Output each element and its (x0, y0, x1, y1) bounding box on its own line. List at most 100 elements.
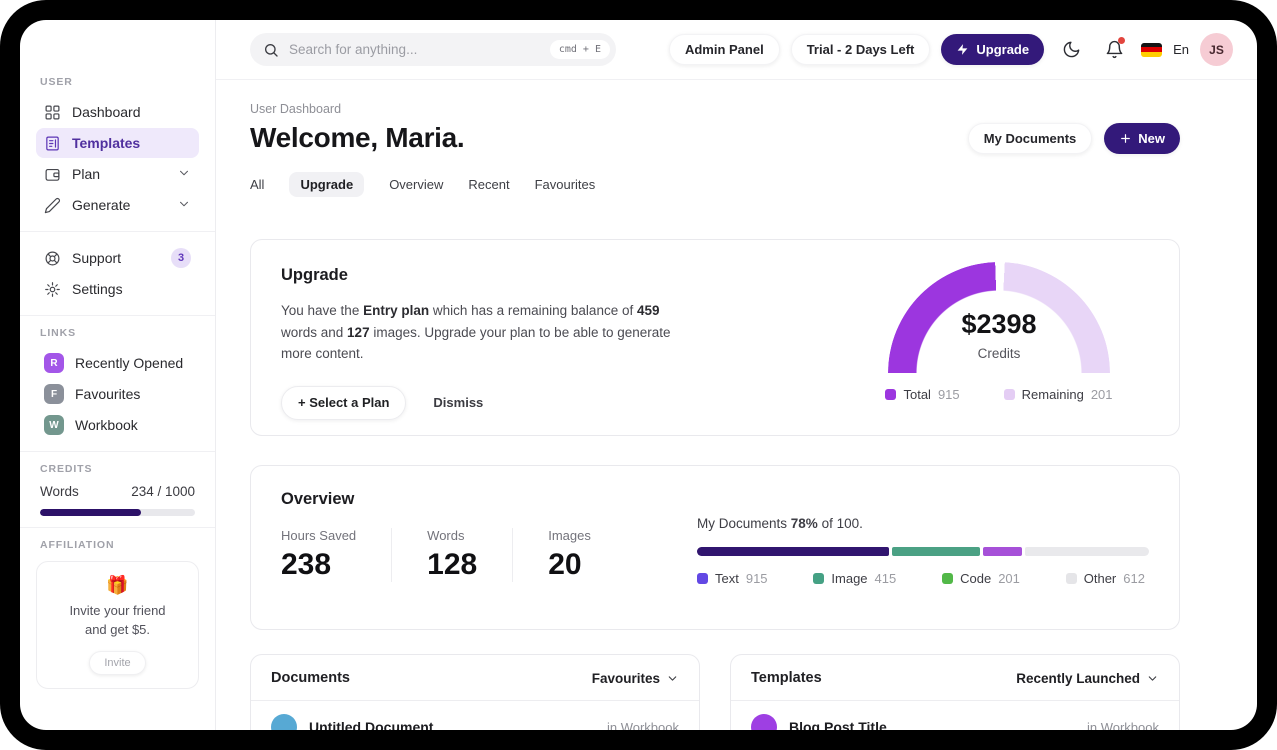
templates-filter-label: Recently Launched (1016, 670, 1140, 686)
sidebar-link-workbook[interactable]: W Workbook (36, 410, 199, 440)
sidebar-section-credits-label: CREDITS (40, 463, 93, 475)
credits-usage-value: 234 / 1000 (131, 484, 195, 499)
upgrade-card-body: You have the Entry plan which has a rema… (281, 300, 693, 365)
main-content: User Dashboard Welcome, Maria. My Docume… (216, 80, 1257, 730)
support-count-badge: 3 (171, 248, 191, 268)
sidebar-item-label: Support (72, 250, 122, 266)
gauge-label: Credits (977, 346, 1021, 361)
upgrade-body-text: which has a remaining balance of (429, 303, 637, 318)
overview-card: Overview Hours Saved 238 Words 128 Image… (250, 465, 1180, 630)
documents-card-header: Documents Favourites (251, 655, 699, 701)
dismiss-button[interactable]: Dismiss (433, 395, 483, 410)
caption-text: My Documents (697, 516, 791, 531)
chevron-down-icon (668, 675, 677, 681)
overview-stats-block: Overview Hours Saved 238 Words 128 Image… (281, 490, 626, 601)
documents-card-title: Documents (271, 670, 350, 686)
new-button[interactable]: New (1104, 122, 1180, 154)
search-shortcut-badge: cmd + E (549, 40, 610, 59)
legend-value: 415 (874, 571, 897, 586)
search-box[interactable]: cmd + E (250, 33, 616, 66)
templates-card-title: Templates (751, 670, 822, 686)
sidebar-item-templates[interactable]: Templates (36, 128, 199, 158)
template-avatar (751, 714, 777, 730)
trial-status-button[interactable]: Trial - 2 Days Left (790, 34, 931, 65)
legend-value: 915 (937, 387, 960, 402)
legend-value: 201 (998, 571, 1020, 586)
stats-row: Hours Saved 238 Words 128 Images 20 (281, 528, 626, 582)
tab-overview[interactable]: Overview (389, 177, 443, 192)
language-selector[interactable]: En (1173, 42, 1189, 57)
sidebar-item-label: Plan (72, 166, 101, 182)
stat-images: Images 20 (512, 528, 626, 582)
document-name: Untitled Document (309, 719, 434, 730)
pencil-icon (44, 197, 60, 213)
sidebar-section-affiliation-label: AFFILIATION (40, 539, 115, 551)
documents-bar-legend: Text 915 Image 415 Code 201 Other 612 (697, 571, 1149, 586)
sidebar-link-favourites[interactable]: F Favourites (36, 379, 199, 409)
tab-upgrade[interactable]: Upgrade (289, 172, 365, 197)
stat-label: Words (427, 528, 465, 543)
gauge-legend: Total 915 Remaining 201 (877, 387, 1121, 402)
sidebar-item-settings[interactable]: Settings (36, 274, 199, 304)
affiliate-text: Invite your friend and get $5. (45, 602, 190, 640)
credits-gauge: $2398 Credits Total 915 Remaining 201 (877, 258, 1121, 402)
gauge-arc: $2398 Credits (888, 262, 1110, 375)
documents-card: Documents Favourites Untitled Document i… (250, 654, 700, 730)
tab-favourites[interactable]: Favourites (535, 177, 596, 192)
select-plan-button[interactable]: + Select a Plan (281, 385, 407, 420)
chevron-down-icon (177, 166, 191, 183)
template-list-item[interactable]: Blog Post Title in Workbook (731, 701, 1179, 730)
tab-all[interactable]: All (250, 177, 264, 192)
caption-percent: 78% (790, 516, 818, 531)
affiliate-text-line1: Invite your friend (69, 603, 166, 618)
gear-icon (45, 281, 60, 297)
stat-value: 20 (548, 548, 582, 581)
gift-icon: 🎁 (106, 575, 129, 595)
new-button-label: New (1138, 130, 1165, 146)
sidebar-item-dashboard[interactable]: Dashboard (36, 97, 199, 127)
divider (20, 451, 215, 452)
bar-segment-other (1024, 547, 1149, 556)
filter-tabs: All Upgrade Overview Recent Favourites (250, 172, 1180, 197)
affiliate-text-line2: and get $5. (84, 621, 151, 637)
invite-button[interactable]: Invite (89, 650, 146, 675)
legend-name: Total (903, 387, 931, 402)
divider (20, 527, 215, 528)
dark-mode-toggle[interactable] (1055, 34, 1087, 66)
wallet-icon (45, 168, 60, 181)
chevron-down-icon (1148, 675, 1157, 681)
documents-filter-dropdown[interactable]: Favourites (592, 671, 679, 686)
link-avatar: F (44, 384, 64, 404)
documents-usage-caption: My Documents 78% of 100. (697, 516, 1149, 531)
sidebar-link-recently-opened[interactable]: R Recently Opened (36, 348, 199, 378)
my-documents-button[interactable]: My Documents (967, 122, 1093, 154)
sidebar-item-label: Settings (72, 281, 123, 297)
search-input[interactable] (287, 41, 542, 58)
stat-hours-saved: Hours Saved 238 (281, 528, 391, 582)
legend-item-remaining: Remaining 201 (1003, 387, 1113, 402)
notifications-button[interactable] (1098, 34, 1130, 66)
legend-name: Code (960, 571, 992, 586)
overview-card-title: Overview (281, 490, 355, 508)
document-list-item[interactable]: Untitled Document in Workbook (251, 701, 699, 730)
sidebar-link-label: Workbook (75, 417, 138, 433)
legend-swatch (942, 573, 954, 584)
sidebar-item-support[interactable]: Support 3 (36, 243, 199, 273)
upgrade-card: Upgrade You have the Entry plan which ha… (250, 239, 1180, 436)
legend-value: 201 (1090, 387, 1113, 402)
sidebar-item-plan[interactable]: Plan (36, 159, 199, 189)
remaining-images: 127 (347, 324, 370, 340)
sidebar-item-generate[interactable]: Generate (36, 190, 199, 220)
upgrade-button[interactable]: Upgrade (941, 34, 1045, 65)
german-flag-icon[interactable] (1141, 42, 1163, 57)
sidebar-link-label: Recently Opened (75, 355, 184, 371)
legend-swatch (1003, 389, 1015, 400)
legend-swatch (697, 573, 708, 584)
notification-dot (1118, 36, 1126, 44)
sidebar-item-label: Dashboard (72, 104, 141, 120)
admin-panel-button[interactable]: Admin Panel (668, 34, 780, 65)
upgrade-body-text: You have the (281, 303, 364, 318)
templates-filter-dropdown[interactable]: Recently Launched (1016, 671, 1159, 686)
user-avatar[interactable]: JS (1200, 33, 1233, 66)
tab-recent[interactable]: Recent (468, 177, 509, 192)
